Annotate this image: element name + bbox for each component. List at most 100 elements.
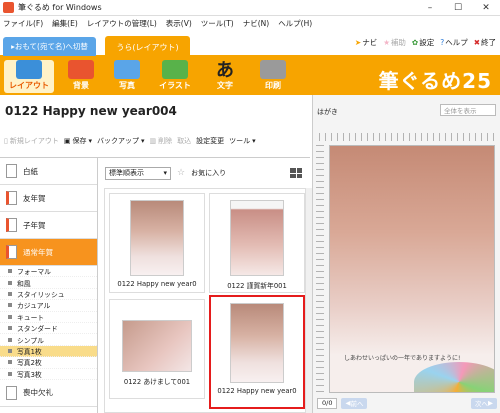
template-caption: 0122 Happy new year0 [117,280,197,288]
tools-button[interactable]: ツール ▾ [229,136,256,146]
document-title: 0122 Happy new year004 [5,104,177,118]
next-label: 次へ [475,400,488,408]
page-indicator: 0/0 [317,397,338,409]
card-icon [6,218,17,232]
backup-button[interactable]: バックアップ ▾ [97,136,145,146]
exit-link[interactable]: ✖ 終了 [474,37,496,48]
template-preview-image [230,200,284,276]
navi-link[interactable]: ➤ ナビ [355,37,377,48]
content-header: 標準順表示 ▾ ☆ お気に入り [105,166,310,180]
category-label: 子年賀 [23,220,46,230]
subcategory-item[interactable]: スタイリッシュ [0,289,97,301]
menu-edit[interactable]: 編集(E) [52,18,78,29]
category-label: 友年賀 [23,193,46,203]
save-button[interactable]: ▣ 保存 ▾ [64,136,92,146]
arrow-icon: ➤ [354,38,362,47]
backup-label: バックアップ [97,137,139,145]
minimize-button[interactable]: – [416,0,444,16]
menu-layout-manage[interactable]: レイアウトの管理(L) [87,18,157,29]
card-icon [6,385,17,400]
bullet-icon [8,371,12,376]
template-thumbnail[interactable]: 0122 謹賀新年001 [209,193,305,293]
ribbon-photo-button[interactable]: 写真 [102,60,152,93]
layout-preview[interactable]: しあわせいっぱいの一年でありますように! [329,145,495,393]
delete-button[interactable]: ▥ 削除 [150,136,173,146]
ribbon-layout-button[interactable]: レイアウト [4,60,54,93]
subcategory-label: 写真2枚 [17,359,42,368]
subcategory-item[interactable]: 写真3枚 [0,369,97,380]
tools-label: ツール [229,137,251,145]
subcategory-label: スタンダード [17,325,58,334]
menu-tools[interactable]: ツール(T) [201,18,234,29]
subcategory-item[interactable]: フォーマル [0,266,97,278]
template-preview-image [122,320,192,372]
bullet-icon [8,291,12,296]
subcategory-item[interactable]: キュート [0,312,97,323]
sort-select[interactable]: 標準順表示 ▾ [105,166,171,180]
subcategory-item[interactable]: シンプル [0,334,97,346]
category-item[interactable]: 白紙 [0,158,97,185]
template-thumbnail[interactable]: 0122 あけまして001 [109,299,205,399]
settings-link[interactable]: ✿ 設定 [412,37,434,48]
settings-change-button[interactable]: 設定変更 [196,136,224,146]
vertical-ruler [316,145,324,393]
tab-omote[interactable]: ▸ おもて(宛て名)へ切替 [3,37,96,56]
bullet-icon [8,348,12,353]
subcategory-item[interactable]: 和風 [0,277,97,289]
photo-icon [114,60,140,79]
template-thumbnail-grid: 0122 Happy new year0 0122 謹賀新年001 0122 あ… [104,188,306,413]
subcategory-item[interactable]: カジュアル [0,300,97,312]
chevron-down-icon: ▾ [252,137,256,145]
template-thumbnail-selected[interactable]: 0122 Happy new year0 [209,295,305,409]
subcategory-item-active[interactable]: 写真1枚 [0,345,97,358]
ribbon-text-label: 文字 [217,81,233,90]
hojo-link[interactable]: ★ 補助 [383,37,406,48]
window-title: 筆ぐるめ for Windows [18,3,102,12]
category-item-active[interactable]: 通常年賀 [0,239,97,266]
close-icon: ✖ [473,38,480,47]
sort-select-value: 標準順表示 [109,169,144,177]
ribbon-background-label: 背景 [73,81,89,90]
ribbon-illust-button[interactable]: イラスト [150,60,200,93]
postcard-type-label: はがき [317,108,338,116]
import-button[interactable]: 取込 [177,136,191,146]
bullet-icon [8,269,12,274]
menu-file[interactable]: ファイル(F) [3,18,43,29]
bullet-icon [8,303,12,308]
subcategory-label: スタイリッシュ [17,290,65,299]
delete-label: 削除 [158,137,173,145]
ribbon-photo-label: 写真 [119,81,135,90]
star-icon[interactable]: ☆ [177,168,185,178]
menu-help[interactable]: ヘルプ(H) [278,18,312,29]
subcategory-label: 和風 [17,279,31,288]
bullet-icon [8,314,12,319]
maximize-button[interactable]: ☐ [444,0,472,16]
question-icon: ? [440,38,445,47]
next-page-button[interactable]: 次へ ▶ [471,397,497,409]
category-item[interactable]: 子年賀 [0,212,97,239]
main-ribbon: レイアウト 背景 写真 イラスト あ 文字 印刷 筆ぐるめ25 [0,58,500,95]
chevron-right-icon: ▶ [488,399,493,407]
tab-ura[interactable]: うら(レイアウト) [105,36,190,58]
ribbon-background-button[interactable]: 背景 [56,60,106,93]
ribbon-text-button[interactable]: あ 文字 [200,60,250,93]
category-item[interactable]: 喪中欠礼 [0,380,97,407]
help-link[interactable]: ? ヘルプ [440,37,467,48]
menu-view[interactable]: 表示(V) [166,18,192,29]
new-layout-button[interactable]: ▯ 新規レイアウト [4,136,59,146]
ribbon-print-button[interactable]: 印刷 [248,60,298,93]
subcategory-item[interactable]: 写真2枚 [0,357,97,369]
category-item[interactable]: 友年賀 [0,185,97,212]
template-preview-image [130,200,184,276]
menu-bar: ファイル(F) 編集(E) レイアウトの管理(L) 表示(V) ツール(T) ナ… [0,16,500,31]
prev-page-button[interactable]: ◀ 前へ [341,397,368,409]
background-icon [68,60,94,79]
grid-view-icon[interactable] [290,168,302,178]
watermelon-icon [162,60,188,79]
zoom-select[interactable]: 全体を表示 [440,104,496,116]
menu-navi[interactable]: ナビ(N) [243,18,269,29]
close-button[interactable]: ✕ [472,0,500,16]
mode-tab-row: ▸ おもて(宛て名)へ切替 うら(レイアウト) ➤ ナビ ★ 補助 ✿ 設定 ? ヘルプ … [0,31,500,58]
template-thumbnail[interactable]: 0122 Happy new year0 [109,193,205,293]
subcategory-item[interactable]: スタンダード [0,323,97,335]
